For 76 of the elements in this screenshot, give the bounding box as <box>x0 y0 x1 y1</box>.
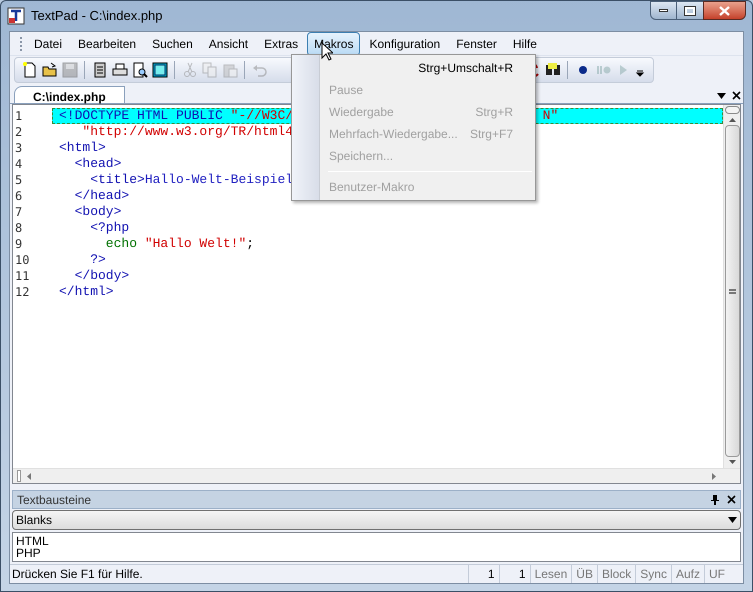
line-number: 10 <box>14 252 30 269</box>
status-field: ÜB <box>571 565 597 583</box>
printer-icon[interactable] <box>111 62 128 78</box>
menu-item[interactable]: Ansicht <box>202 32 256 56</box>
line-number: 8 <box>14 220 24 237</box>
close-icon <box>719 6 730 16</box>
close-button[interactable] <box>703 1 746 20</box>
folder-icon[interactable] <box>41 62 58 78</box>
line-number: 6 <box>14 188 24 205</box>
line-number: 12 <box>14 284 30 301</box>
split-handle[interactable] <box>17 470 21 482</box>
code-line: "http://www.w3.org/TR/html4 <box>81 123 294 142</box>
line-number: 4 <box>14 156 24 173</box>
menu-item[interactable]: Bearbeiten <box>71 32 144 56</box>
code-line: <!DOCTYPE HTML PUBLIC "-//W3C/ <box>59 107 294 126</box>
line-number: 5 <box>14 172 24 189</box>
minimize-button[interactable] <box>650 1 677 20</box>
line-number: 9 <box>14 236 24 253</box>
code-line: <title>Hallo-Welt-Beispiel <box>89 171 294 190</box>
list-item[interactable]: HTML <box>16 535 737 547</box>
screen-icon[interactable] <box>151 62 168 78</box>
close-icon[interactable] <box>732 91 741 100</box>
status-field: Aufz <box>670 565 704 583</box>
code-line: <html> <box>59 139 106 158</box>
status-field: UF <box>704 565 729 583</box>
menu-item[interactable]: Datei <box>27 32 70 56</box>
status-field: Lesen <box>530 565 572 583</box>
status-field: Block <box>596 565 636 583</box>
magnifier-page-icon[interactable] <box>131 62 148 78</box>
code-line: N" <box>542 107 558 126</box>
library-dropdown[interactable]: Blanks <box>12 510 741 530</box>
window-title: TextPad - C:\index.php <box>31 7 163 26</box>
status-field: Sync <box>635 565 671 583</box>
menu-item[interactable]: Fenster <box>449 32 504 56</box>
list-item[interactable]: PHP <box>16 547 737 559</box>
maximize-icon <box>685 6 695 14</box>
code-line: </head> <box>74 187 130 206</box>
line-number: 11 <box>14 268 30 285</box>
menu-item[interactable]: Extras <box>257 32 306 56</box>
line-number: 1 <box>14 108 24 125</box>
menu-item[interactable]: Hilfe <box>506 32 544 56</box>
line-number: 2 <box>14 124 24 141</box>
code-line: </body> <box>74 267 130 286</box>
scroll-down-icon[interactable] <box>728 460 736 464</box>
status-field: 1 <box>468 565 499 583</box>
code-line: <body> <box>74 203 122 222</box>
code-line: <head> <box>74 155 122 174</box>
split-handle[interactable] <box>724 106 740 114</box>
line-number: 7 <box>14 204 24 221</box>
new-file-icon[interactable] <box>21 62 38 78</box>
horizontal-scrollbar[interactable] <box>13 468 740 483</box>
pin-icon[interactable] <box>711 494 719 504</box>
panel-title: Textbausteine <box>17 492 92 508</box>
dropdown-arrow-icon[interactable] <box>717 92 726 98</box>
scrollbar-thumb[interactable] <box>724 125 740 457</box>
code-line: ?> <box>89 251 106 270</box>
document-tab[interactable]: C:\index.php <box>14 86 125 103</box>
scroll-up-icon[interactable] <box>728 118 736 122</box>
maximize-button[interactable] <box>677 1 703 20</box>
close-icon[interactable] <box>727 495 736 504</box>
vertical-scrollbar[interactable] <box>723 105 740 468</box>
menu-entry[interactable]: Strg+Umschalt+R <box>320 57 535 79</box>
code-line: </html> <box>59 283 114 302</box>
menu-item[interactable]: Konfiguration <box>362 32 448 56</box>
status-field: 1 <box>498 565 530 583</box>
line-number: 3 <box>14 140 24 157</box>
minimize-icon <box>659 9 668 12</box>
code-line: <?php <box>89 219 130 238</box>
dropdown-value: Blanks <box>16 512 52 529</box>
status-message: Drücken Sie F1 für Hilfe. <box>11 566 143 583</box>
menu-item[interactable]: Suchen <box>145 32 200 56</box>
dropdown-arrow-icon <box>728 517 737 523</box>
scroll-right-icon[interactable] <box>712 472 716 480</box>
scroll-left-icon[interactable] <box>27 472 31 480</box>
app-icon <box>7 7 25 25</box>
code-line: echo "Hallo Welt!"; <box>104 235 254 254</box>
